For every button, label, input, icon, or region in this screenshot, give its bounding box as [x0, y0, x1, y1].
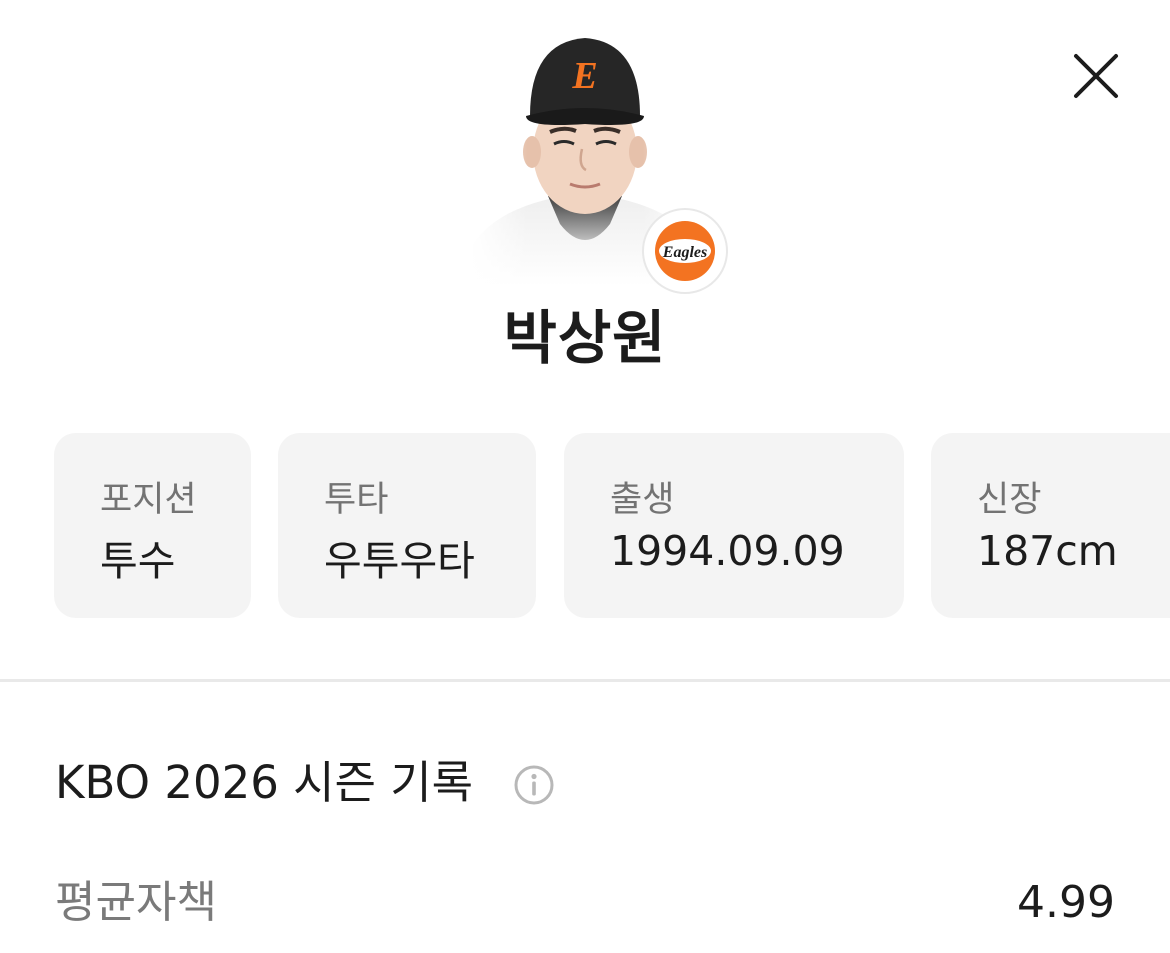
info-card-label: 투타: [324, 480, 389, 520]
season-record-title: KBO 2026 시즌 기록: [55, 756, 474, 809]
info-card-value: 1994.09.09: [610, 527, 845, 575]
info-card-value: 우투우타: [324, 537, 475, 585]
info-card-label: 출생: [610, 480, 675, 520]
info-card-label: 포지션: [100, 480, 197, 520]
team-logo-text: Eagles: [662, 244, 707, 261]
stat-value-era: 4.99: [1017, 877, 1115, 928]
section-divider: [0, 679, 1170, 682]
info-card-label: 신장: [977, 480, 1042, 520]
info-card-bat-throw: 투타 우투우타: [278, 433, 536, 618]
info-card-value: 187cm: [977, 527, 1118, 575]
player-name: 박상원: [503, 304, 667, 372]
stat-label-era: 평균자책: [55, 877, 217, 928]
info-card-position: 포지션 투수: [54, 433, 251, 618]
close-icon: [1074, 54, 1118, 98]
info-icon-button[interactable]: [512, 763, 556, 807]
info-card-height: 신장 187cm: [931, 433, 1170, 618]
info-icon: [514, 765, 554, 805]
team-logo-badge: Eagles: [642, 208, 728, 294]
close-button[interactable]: [1066, 46, 1126, 106]
info-card-birth: 출생 1994.09.09: [564, 433, 904, 618]
info-card-value: 투수: [100, 537, 176, 585]
player-detail-sheet: E Eagles 박상원 포지션 투수 투타 우투우타 출생 1994.09.0…: [0, 0, 1170, 953]
